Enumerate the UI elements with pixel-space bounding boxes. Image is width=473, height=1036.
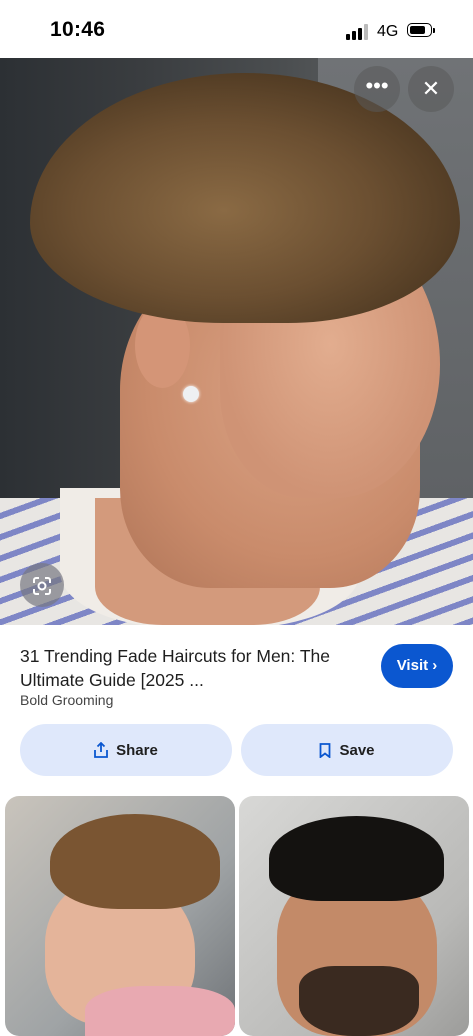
save-button[interactable]: Save <box>241 724 453 776</box>
status-time: 10:46 <box>50 18 106 41</box>
close-icon: ✕ <box>421 76 441 101</box>
lens-search-button[interactable] <box>20 563 64 607</box>
related-image-thumbnail[interactable] <box>239 796 469 1036</box>
close-button[interactable]: ✕ <box>408 66 454 112</box>
status-bar: 10:46 4G <box>0 0 473 58</box>
chevron-right-icon: › <box>432 657 438 674</box>
result-title[interactable]: 31 Trending Fade Haircuts for Men: The U… <box>20 644 360 692</box>
bookmark-icon <box>320 742 331 758</box>
share-button[interactable]: Share <box>20 724 232 776</box>
lens-icon <box>33 577 51 596</box>
visit-label: Visit <box>396 657 429 674</box>
battery-icon <box>407 23 437 39</box>
related-image-thumbnail[interactable] <box>5 796 235 1036</box>
result-source: Bold Grooming <box>20 692 114 708</box>
more-options-button[interactable]: ••• <box>354 66 400 112</box>
more-horizontal-icon: ••• <box>365 73 389 98</box>
save-label: Save <box>339 741 375 759</box>
visit-button[interactable]: Visit › <box>381 644 453 688</box>
share-icon <box>94 742 109 758</box>
cellular-signal-icon <box>346 24 370 40</box>
hero-image[interactable] <box>0 58 473 625</box>
network-type: 4G <box>377 23 399 40</box>
share-label: Share <box>116 741 158 759</box>
